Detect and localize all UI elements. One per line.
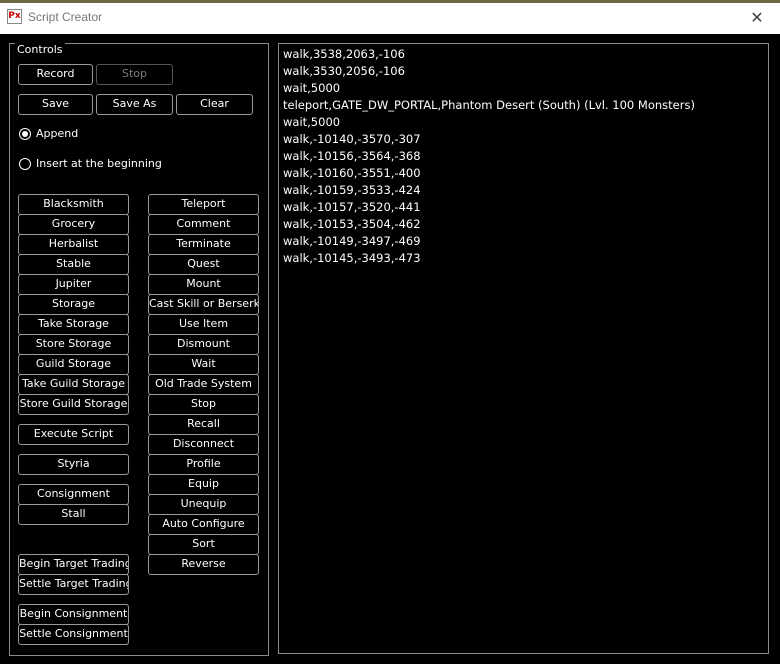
consignment-button[interactable]: Consignment [18, 484, 129, 505]
script-line: walk,-10160,-3551,-400 [283, 166, 421, 180]
script-line: walk,-10153,-3504,-462 [283, 217, 421, 231]
take-storage-button[interactable]: Take Storage [18, 314, 129, 335]
reverse-button[interactable]: Reverse [148, 554, 259, 575]
quest-button[interactable]: Quest [148, 254, 259, 275]
stable-button[interactable]: Stable [18, 254, 129, 275]
save-button[interactable]: Save [18, 94, 93, 115]
sort-button[interactable]: Sort [148, 534, 259, 555]
title-bar: Px Script Creator ✕ [0, 0, 780, 34]
insert-beginning-label: Insert at the beginning [36, 157, 162, 170]
jupiter-button[interactable]: Jupiter [18, 274, 129, 295]
storage-button[interactable]: Storage [18, 294, 129, 315]
begin-consignment-button[interactable]: Begin Consignment [18, 604, 129, 625]
client-area: Controls Record Stop Save Save As Clear … [0, 34, 780, 664]
styria-button[interactable]: Styria [18, 454, 129, 475]
controls-legend: Controls [15, 43, 65, 56]
append-radio[interactable] [19, 128, 31, 140]
app-icon: Px [7, 9, 22, 24]
script-line: walk,-10157,-3520,-441 [283, 200, 421, 214]
cast-skill-or-berserk-button[interactable]: Cast Skill or Berserk [148, 294, 259, 315]
unequip-button[interactable]: Unequip [148, 494, 259, 515]
record-button[interactable]: Record [18, 64, 93, 85]
herbalist-button[interactable]: Herbalist [18, 234, 129, 255]
stop-recording-button[interactable]: Stop [96, 64, 173, 85]
append-label: Append [36, 127, 79, 140]
script-line: walk,3538,2063,-106 [283, 47, 405, 61]
script-line: walk,-10149,-3497,-469 [283, 234, 421, 248]
recall-button[interactable]: Recall [148, 414, 259, 435]
auto-configure-button[interactable]: Auto Configure [148, 514, 259, 535]
script-line: walk,-10156,-3564,-368 [283, 149, 421, 163]
stop-button[interactable]: Stop [148, 394, 259, 415]
stall-button[interactable]: Stall [18, 504, 129, 525]
save-as-button[interactable]: Save As [96, 94, 173, 115]
store-guild-storage-button[interactable]: Store Guild Storage [18, 394, 129, 415]
teleport-button[interactable]: Teleport [148, 194, 259, 215]
script-line: teleport,GATE_DW_PORTAL,Phantom Desert (… [283, 98, 695, 112]
script-line: wait,5000 [283, 81, 341, 95]
comment-button[interactable]: Comment [148, 214, 259, 235]
guild-storage-button[interactable]: Guild Storage [18, 354, 129, 375]
wait-button[interactable]: Wait [148, 354, 259, 375]
mount-button[interactable]: Mount [148, 274, 259, 295]
execute-script-button[interactable]: Execute Script [18, 424, 129, 445]
settle-target-trading-button[interactable]: Settle Target Trading [18, 574, 129, 595]
take-guild-storage-button[interactable]: Take Guild Storage [18, 374, 129, 395]
grocery-button[interactable]: Grocery [18, 214, 129, 235]
clear-button[interactable]: Clear [176, 94, 253, 115]
script-line: walk,3530,2056,-106 [283, 64, 405, 78]
script-line: walk,-10145,-3493,-473 [283, 251, 421, 265]
terminate-button[interactable]: Terminate [148, 234, 259, 255]
disconnect-button[interactable]: Disconnect [148, 434, 259, 455]
blacksmith-button[interactable]: Blacksmith [18, 194, 129, 215]
old-trade-system-button[interactable]: Old Trade System [148, 374, 259, 395]
script-line: wait,5000 [283, 115, 341, 129]
dismount-button[interactable]: Dismount [148, 334, 259, 355]
window-title: Script Creator [28, 10, 103, 24]
script-line: walk,-10159,-3533,-424 [283, 183, 421, 197]
script-text-area[interactable]: walk,3538,2063,-106 walk,3530,2056,-106 wa… [278, 43, 769, 654]
equip-button[interactable]: Equip [148, 474, 259, 495]
insert-beginning-radio[interactable] [19, 158, 31, 170]
begin-target-trading-button[interactable]: Begin Target Trading [18, 554, 129, 575]
profile-button[interactable]: Profile [148, 454, 259, 475]
use-item-button[interactable]: Use Item [148, 314, 259, 335]
store-storage-button[interactable]: Store Storage [18, 334, 129, 355]
script-line: walk,-10140,-3570,-307 [283, 132, 421, 146]
settle-consignment-button[interactable]: Settle Consignment [18, 624, 129, 645]
close-icon[interactable]: ✕ [734, 3, 780, 34]
